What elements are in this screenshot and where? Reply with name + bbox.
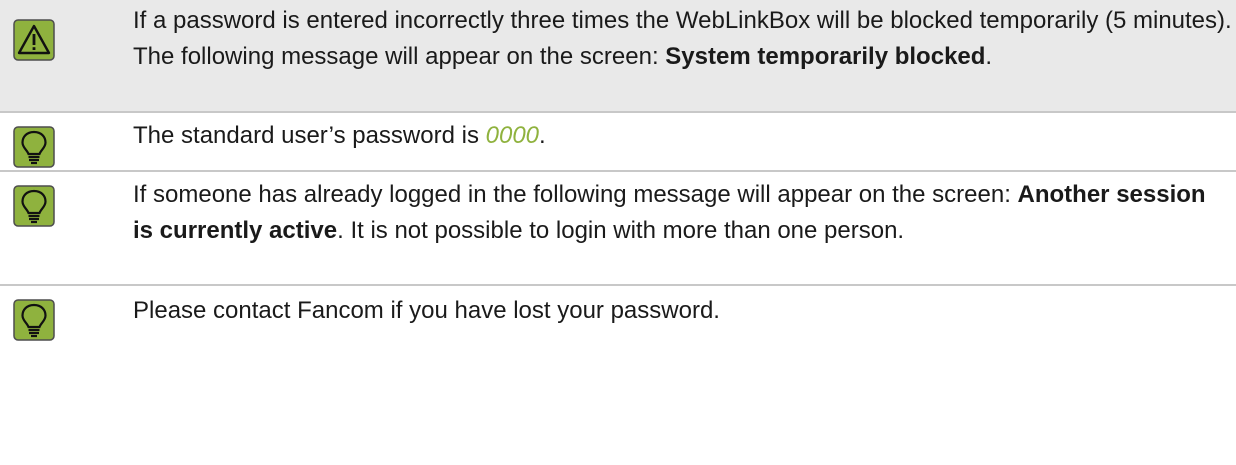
tip-text-part: The standard user’s password is [133, 122, 486, 149]
tip-text-end: . It is not possible to login with more … [337, 217, 905, 244]
tip-text-part: If someone has already logged in the fol… [133, 181, 1018, 208]
warning-note: If a password is entered incorrectly thr… [0, 0, 1236, 113]
tip-note: The standard user’s password is 0000. [0, 113, 1236, 172]
tip-note-text: If someone has already logged in the fol… [133, 177, 1232, 249]
blocked-message: System temporarily blocked [665, 43, 986, 70]
warning-icon [13, 19, 55, 61]
notes-list: If a password is entered incorrectly thr… [0, 0, 1236, 356]
tip-note: If someone has already logged in the fol… [0, 172, 1236, 286]
tip-text-end: . [539, 122, 546, 149]
lightbulb-icon [13, 126, 55, 168]
warning-note-text: If a password is entered incorrectly thr… [133, 3, 1232, 75]
warning-text-end: . [985, 43, 993, 70]
lightbulb-icon [13, 299, 55, 341]
tip-note: Please contact Fancom if you have lost y… [0, 286, 1236, 356]
default-password: 0000 [485, 122, 540, 149]
lightbulb-icon [13, 185, 55, 227]
tip-note-text: Please contact Fancom if you have lost y… [133, 297, 720, 324]
tip-note-text: The standard user’s password is 0000. [133, 118, 1232, 154]
